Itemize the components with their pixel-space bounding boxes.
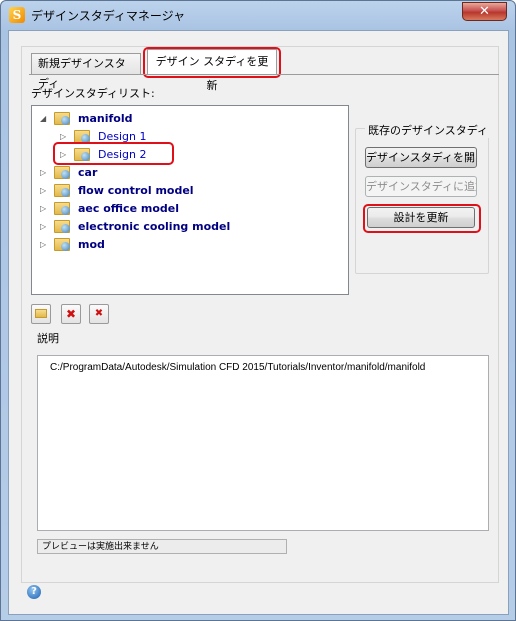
tree-item-label: electronic cooling model (78, 220, 231, 233)
design-study-tree[interactable]: ◢ manifold ▷ Design 1 ▷ Design 2 ▷ car ▷ (31, 105, 349, 295)
tree-item-flow-control-model[interactable]: ▷ flow control model (32, 182, 348, 199)
open-folder-button[interactable] (31, 304, 51, 324)
close-button[interactable]: ✕ (462, 2, 507, 21)
app-icon: S (9, 7, 25, 23)
tree-item-design-1[interactable]: ▷ Design 1 (32, 128, 348, 145)
tab-new-design-study[interactable]: 新規デザインスタディ (31, 53, 141, 90)
delete-all-icon: ✖ (94, 308, 104, 319)
preview-status: プレビューは実施出来ません (37, 539, 287, 554)
collapsed-arrow-icon[interactable]: ▷ (40, 164, 46, 181)
study-folder-icon (54, 184, 70, 197)
delete-icon: ✖ (65, 307, 77, 321)
tree-item-car[interactable]: ▷ car (32, 164, 348, 181)
tree-item-aec-office-model[interactable]: ▷ aec office model (32, 200, 348, 217)
design-folder-icon (74, 148, 90, 161)
expanded-arrow-icon[interactable]: ◢ (40, 110, 46, 127)
study-folder-icon (54, 238, 70, 251)
collapsed-arrow-icon[interactable]: ▷ (60, 146, 66, 163)
title-bar[interactable]: S デザインスタディマネージャ ✕ (1, 1, 515, 29)
tab-update-design-study[interactable]: デザイン スタディを更新 (147, 49, 277, 92)
study-folder-icon (54, 202, 70, 215)
design-folder-icon (74, 130, 90, 143)
study-list-label: デザインスタディリスト: (31, 87, 155, 100)
description-label: 説明 (37, 332, 59, 345)
tree-item-mod[interactable]: ▷ mod (32, 236, 348, 253)
existing-study-group-title: 既存のデザインスタディ (365, 122, 492, 138)
study-folder-icon (54, 220, 70, 233)
collapsed-arrow-icon[interactable]: ▷ (40, 200, 46, 217)
description-text: C:/ProgramData/Autodesk/Simulation CFD 2… (50, 362, 426, 373)
tree-item-label: manifold (78, 112, 133, 125)
tree-item-manifold[interactable]: ◢ manifold (32, 110, 348, 127)
tree-item-design-2[interactable]: ▷ Design 2 (32, 146, 348, 163)
collapsed-arrow-icon[interactable]: ▷ (40, 236, 46, 253)
tree-item-label: Design 2 (98, 148, 147, 161)
add-to-design-study-button[interactable]: デザインスタディに追加 (365, 176, 477, 197)
delete-button[interactable]: ✖ (61, 304, 81, 324)
collapsed-arrow-icon[interactable]: ▷ (40, 182, 46, 199)
help-icon[interactable]: ? (27, 585, 41, 599)
collapsed-arrow-icon[interactable]: ▷ (40, 218, 46, 235)
tree-item-label: Design 1 (98, 130, 147, 143)
tree-item-label: mod (78, 238, 105, 251)
window-title: デザインスタディマネージャ (31, 9, 186, 23)
delete-all-button[interactable]: ✖ (89, 304, 109, 324)
tree-item-label: car (78, 166, 98, 179)
study-folder-icon (54, 112, 70, 125)
tree-item-label: flow control model (78, 184, 194, 197)
open-design-study-button[interactable]: デザインスタディを開く (365, 147, 477, 168)
tree-item-electronic-cooling-model[interactable]: ▷ electronic cooling model (32, 218, 348, 235)
open-folder-icon (35, 309, 47, 318)
study-folder-icon (54, 166, 70, 179)
tab-panel-divider (29, 74, 499, 76)
tree-item-label: aec office model (78, 202, 179, 215)
update-design-button[interactable]: 設計を更新 (367, 207, 475, 228)
dialog-window: S デザインスタディマネージャ ✕ 新規デザインスタディ デザイン スタディを更… (0, 0, 516, 621)
description-box[interactable]: C:/ProgramData/Autodesk/Simulation CFD 2… (37, 355, 489, 531)
collapsed-arrow-icon[interactable]: ▷ (60, 128, 66, 145)
client-area: 新規デザインスタディ デザイン スタディを更新 デザインスタディリスト: ◢ m… (8, 30, 509, 615)
